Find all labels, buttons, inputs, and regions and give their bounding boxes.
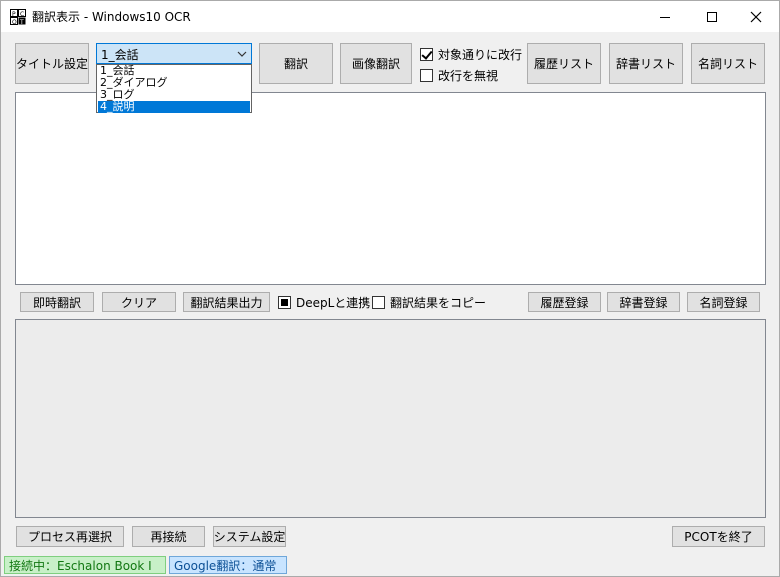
close-button[interactable] <box>733 1 779 32</box>
copy-result-label: 翻訳結果をコピー <box>390 296 487 310</box>
title-setting-button[interactable]: タイトル設定 <box>15 43 89 84</box>
translate-button[interactable]: 翻訳 <box>259 43 333 84</box>
ignore-newline-label: 改行を無視 <box>438 69 499 83</box>
maximize-icon <box>707 11 717 22</box>
chevron-down-icon[interactable] <box>236 48 248 60</box>
copy-result-checkbox[interactable]: 翻訳結果をコピー <box>372 294 486 311</box>
svg-text:T: T <box>19 19 24 25</box>
svg-text:C: C <box>20 11 24 18</box>
app-icon: P C O T <box>10 9 26 25</box>
window-title: 翻訳表示 - Windows10 OCR <box>32 10 191 24</box>
mode-option-highlighted[interactable]: 4_説明 <box>98 101 250 113</box>
title-bar[interactable]: P C O T 翻訳表示 - Windows10 OCR <box>1 1 779 32</box>
export-result-button[interactable]: 翻訳結果出力 <box>183 292 270 312</box>
svg-text:P: P <box>12 11 16 18</box>
deepl-link-label: DeepLと連携 <box>296 296 371 310</box>
connection-status: 接続中：Eschalon Book I <box>4 556 166 574</box>
checkbox-box[interactable] <box>420 69 433 82</box>
svg-text:O: O <box>12 19 17 25</box>
checkbox-box[interactable] <box>278 296 291 309</box>
mode-dropdown-list: 1_会話 2_ダイアログ 3_ログ 4_説明 <box>96 64 252 113</box>
dictionary-list-button[interactable]: 辞書リスト <box>609 43 683 84</box>
noun-list-button[interactable]: 名詞リスト <box>691 43 765 84</box>
wrap-as-target-checkbox[interactable]: 対象通りに改行 <box>420 46 522 63</box>
deepl-link-checkbox[interactable]: DeepLと連携 <box>278 294 370 311</box>
quit-button[interactable]: PCOTを終了 <box>672 526 765 547</box>
app-window: P C O T 翻訳表示 - Windows10 OCR タイトル設定 1_会話… <box>0 0 780 577</box>
history-register-button[interactable]: 履歴登録 <box>528 292 601 312</box>
checkbox-box[interactable] <box>372 296 385 309</box>
system-settings-button[interactable]: システム設定 <box>213 526 286 547</box>
translator-status: Google翻訳：通常 <box>169 556 287 574</box>
clear-button[interactable]: クリア <box>102 292 176 312</box>
wrap-as-target-label: 対象通りに改行 <box>438 48 523 62</box>
source-text-area[interactable] <box>15 92 766 285</box>
image-translate-button[interactable]: 画像翻訳 <box>340 43 412 84</box>
checkbox-box[interactable] <box>420 48 433 61</box>
maximize-button[interactable] <box>689 1 735 32</box>
ignore-newline-checkbox[interactable]: 改行を無視 <box>420 67 498 84</box>
minimize-icon <box>660 16 670 18</box>
close-icon <box>750 11 762 22</box>
mode-select-value: 1_会話 <box>101 48 139 62</box>
noun-register-button[interactable]: 名詞登録 <box>687 292 760 312</box>
result-text-area[interactable] <box>15 319 766 518</box>
mode-select[interactable]: 1_会話 <box>96 43 252 64</box>
instant-translate-button[interactable]: 即時翻訳 <box>20 292 94 312</box>
reconnect-button[interactable]: 再接続 <box>132 526 205 547</box>
history-list-button[interactable]: 履歴リスト <box>527 43 601 84</box>
reselect-process-button[interactable]: プロセス再選択 <box>16 526 124 547</box>
minimize-button[interactable] <box>642 1 688 32</box>
dictionary-register-button[interactable]: 辞書登録 <box>607 292 680 312</box>
